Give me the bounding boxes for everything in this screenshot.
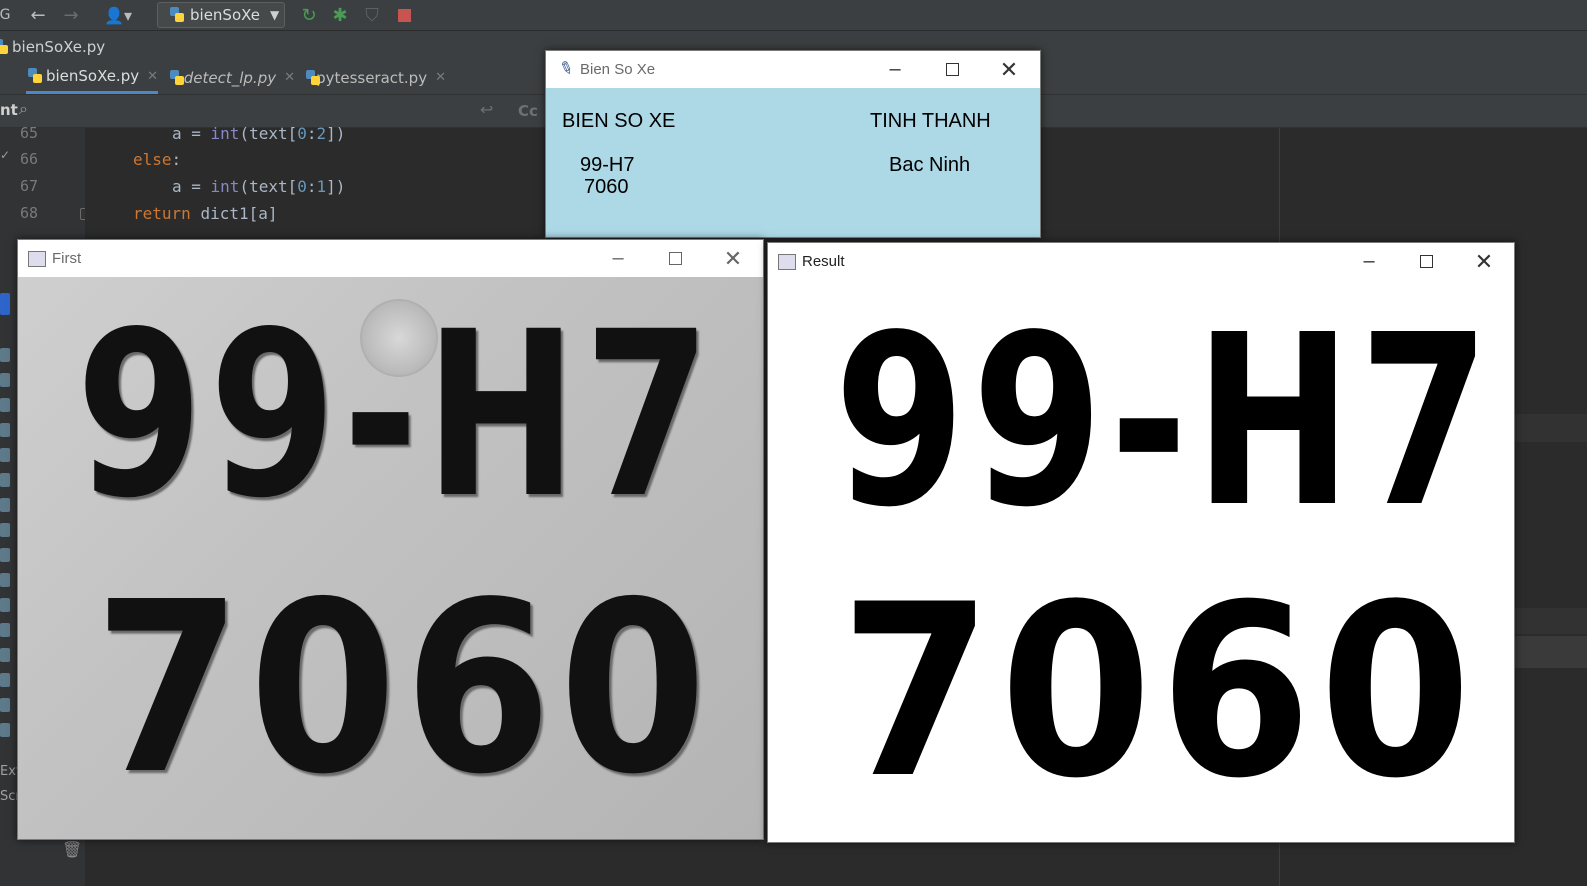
run-configuration-select[interactable]: bienSoXe ▼ [157,2,285,28]
plate-header-label: BIEN SO XE [562,110,676,132]
province-value: Bac Ninh [889,154,971,176]
binary-plate-image: 99-H7 7060 [768,280,1514,842]
first-window: First – ✕ 99-H7 7060 [17,239,764,840]
selection-marker [0,293,10,315]
tab-pytesseract[interactable]: pytesseract.py ✕ [306,61,446,94]
python-icon [170,69,184,86]
file-icon [0,573,10,587]
vcs-icon[interactable]: G [0,4,10,26]
stop-icon[interactable] [394,4,414,26]
close-icon[interactable]: ✕ [284,70,295,85]
plate-line-bottom: 7060 [840,554,1479,831]
tab-label: pytesseract.py [316,68,428,87]
file-icon [0,473,10,487]
plate-value-line1: 99-H7 [580,154,635,176]
title-bar[interactable]: Result – ✕ [768,243,1514,280]
file-icon [0,448,10,462]
window-title: Result [802,253,845,270]
file-icon [0,623,10,637]
debug-icon[interactable]: ✱ [329,4,351,26]
minimize-icon[interactable]: – [872,51,918,88]
file-icon [0,398,10,412]
file-icon [0,548,10,562]
minimize-icon[interactable]: – [1346,243,1392,280]
run-config-label: bienSoXe [190,6,260,24]
ide-toolbar: G ← → 👤▾ bienSoXe ▼ ↻ ✱ ⛉ [0,0,1587,31]
trash-icon[interactable]: 🗑 [62,840,82,859]
close-icon[interactable]: ✕ [710,240,756,277]
tab-label: bienSoXe.py [45,67,140,85]
code-line-68: return dict1[a] [133,204,278,223]
file-icon [0,373,10,387]
new-line-icon[interactable]: ↩ [480,100,493,119]
code-line-67: a = int(text[0:1]) [172,177,346,196]
file-icon [0,423,10,437]
close-icon[interactable]: ✕ [986,51,1032,88]
line-number: 68 [19,204,38,222]
tab-label: detect_lp.py [183,68,277,87]
close-icon[interactable]: ✕ [435,70,446,85]
search-icon[interactable]: ⌕ [19,99,28,119]
feather-icon: ✎ [556,57,577,80]
close-icon[interactable]: ✕ [1461,243,1507,280]
app-icon [28,251,46,267]
grayscale-plate-image: 99-H7 7060 [18,277,763,839]
plate-line-top: 99-H7 [76,282,718,548]
code-line-65: a = int(text[0:2]) [172,124,346,143]
title-bar[interactable]: First – ✕ [18,240,763,277]
minimize-icon[interactable]: – [595,240,641,277]
line-number: 66 [19,150,38,168]
province-header-label: TINH THANH [870,110,991,132]
project-panel-label: nt [0,101,18,119]
python-icon [306,69,321,86]
back-arrow-icon[interactable]: ← [27,4,49,26]
python-icon [170,7,184,23]
file-icon [0,723,10,737]
result-window: Result – ✕ 99-H7 7060 [767,242,1515,843]
coverage-icon[interactable]: ⛉ [361,4,383,26]
bien-so-xe-window: ✎ Bien So Xe – ✕ BIEN SO XE TINH THANH 9… [545,50,1041,238]
plate-line-top: 99-H7 [834,284,1497,559]
plate-line-bottom: 7060 [94,551,714,826]
line-number: 65 [19,124,38,142]
file-icon [0,648,10,662]
file-icon [0,673,10,687]
app-icon [778,254,796,270]
tab-detect-lp[interactable]: detect_lp.py ✕ [170,61,295,94]
maximize-icon[interactable] [929,51,975,88]
python-icon [28,68,42,84]
file-icon [0,598,10,612]
title-bar[interactable]: ✎ Bien So Xe – ✕ [546,51,1040,88]
maximize-icon[interactable] [1403,243,1449,280]
file-icon [0,698,10,712]
window-title: Bien So Xe [580,61,656,78]
window-body: BIEN SO XE TINH THANH 99-H7 7060 Bac Nin… [546,88,1040,237]
match-case-toggle[interactable]: Cc [518,102,538,120]
code-line-66: else: [133,150,182,169]
window-title: First [52,250,82,267]
chevron-down-icon: ▼ [269,8,280,22]
check-icon: ✓ [0,148,11,162]
file-icon [0,498,10,512]
forward-arrow-icon[interactable]: → [60,4,82,26]
user-dropdown-icon[interactable]: 👤▾ [101,4,135,26]
line-number: 67 [19,177,38,195]
maximize-icon[interactable] [652,240,698,277]
tab-biensoxe[interactable]: bienSoXe.py ✕ [26,61,158,94]
close-icon[interactable]: ✕ [147,69,158,84]
folder-icon [0,348,10,362]
rerun-icon[interactable]: ↻ [298,4,320,26]
plate-value-line2: 7060 [584,176,629,198]
file-icon [0,523,10,537]
breadcrumb-file[interactable]: bienSoXe.py [12,38,105,56]
